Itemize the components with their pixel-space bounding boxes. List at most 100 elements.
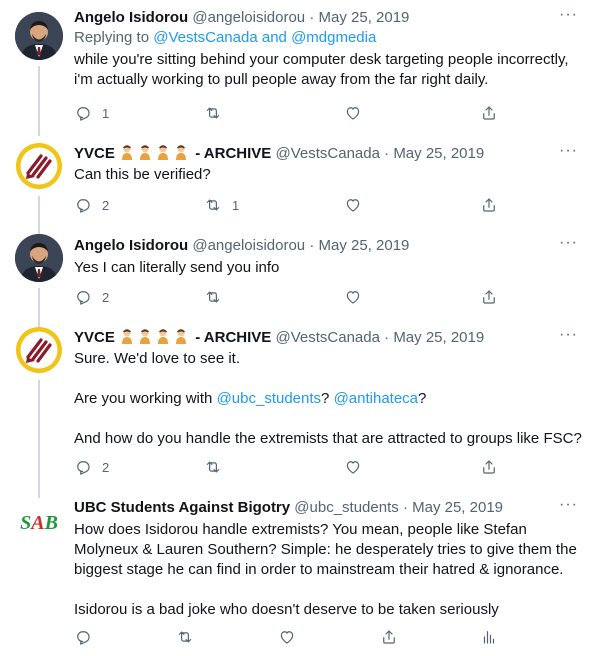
emoji-icon — [155, 144, 171, 160]
replying-to-label: Replying to — [74, 29, 150, 46]
tweet-actions: 2 — [74, 288, 504, 308]
tweet-header: YVCE - ARCHIVE @VestsCanada · May 25, 20… — [74, 144, 484, 164]
reply-icon — [74, 196, 92, 214]
tweet-4[interactable]: YVCE - ARCHIVE @VestsCanada · May 25, 20… — [0, 320, 596, 502]
share-icon — [480, 104, 498, 122]
more-icon[interactable]: ··· — [559, 496, 578, 514]
reply-icon — [74, 458, 92, 476]
profile-photo-icon — [15, 12, 63, 60]
tweet-date[interactable]: May 25, 2019 — [319, 237, 410, 254]
mention-link[interactable]: @VestsCanada — [153, 29, 257, 46]
like-button[interactable] — [344, 104, 372, 122]
tweet-header: Angelo Isidorou @angeloisidorou · May 25… — [74, 8, 409, 28]
emoji-icon — [137, 144, 153, 160]
like-icon — [344, 196, 362, 214]
tweet-text: Can this be verified? — [74, 165, 584, 185]
tweet-paragraph: Isidorou is a bad joke who doesn't deser… — [74, 601, 499, 618]
retweet-button[interactable] — [176, 628, 204, 646]
tweet-actions: 2 — [74, 458, 504, 478]
emoji-icon — [155, 328, 171, 344]
tweet-date[interactable]: May 25, 2019 — [412, 499, 503, 516]
reply-button[interactable]: 1 — [74, 104, 109, 122]
tweet-text: Yes I can literally send you info — [74, 258, 584, 278]
tweet-paragraph: How does Isidorou handle extremists? You… — [74, 521, 577, 578]
like-button[interactable] — [344, 458, 372, 476]
user-handle[interactable]: @ubc_students — [294, 499, 398, 516]
display-name[interactable]: Angelo Isidorou — [74, 237, 188, 254]
separator-dot: · — [402, 499, 408, 516]
reply-button[interactable]: 2 — [74, 288, 109, 306]
tweet-date[interactable]: May 25, 2019 — [393, 329, 484, 346]
reply-button[interactable] — [74, 628, 102, 646]
mention-link[interactable]: @mdgmedia — [291, 29, 376, 46]
retweet-button[interactable] — [204, 288, 232, 306]
sab-logo-icon: SAB — [15, 498, 63, 546]
avatar[interactable] — [15, 234, 63, 282]
retweet-icon — [204, 196, 222, 214]
tweet-text: How does Isidorou handle extremists? You… — [74, 520, 584, 620]
reply-icon — [74, 288, 92, 306]
avatar[interactable] — [15, 12, 63, 60]
separator-dot: · — [309, 237, 315, 254]
share-icon — [480, 196, 498, 214]
retweet-count: 1 — [232, 197, 240, 213]
replying-and[interactable]: and — [262, 29, 287, 46]
analytics-icon — [480, 628, 498, 646]
user-handle[interactable]: @angeloisidorou — [192, 9, 305, 26]
avatar[interactable] — [15, 142, 63, 190]
tweet-3[interactable]: Angelo Isidorou @angeloisidorou · May 25… — [0, 228, 596, 330]
retweet-button[interactable]: 1 — [204, 196, 239, 214]
share-icon — [480, 288, 498, 306]
like-button[interactable] — [344, 196, 372, 214]
mention-link[interactable]: @ubc_students — [217, 390, 321, 407]
display-name-suffix[interactable]: - ARCHIVE — [195, 145, 271, 162]
emoji-icon — [173, 144, 189, 160]
share-button[interactable] — [480, 458, 498, 476]
share-button[interactable] — [480, 196, 498, 214]
reply-count: 2 — [102, 197, 110, 213]
retweet-button[interactable] — [204, 104, 232, 122]
reply-button[interactable]: 2 — [74, 196, 109, 214]
svg-text:SAB: SAB — [20, 512, 58, 534]
separator-dot: · — [309, 9, 315, 26]
more-icon[interactable]: ··· — [559, 142, 578, 160]
tweet-text: Sure. We'd love to see it. Are you worki… — [74, 349, 584, 449]
user-handle[interactable]: @VestsCanada — [276, 329, 380, 346]
reply-count: 1 — [102, 105, 110, 121]
user-handle[interactable]: @angeloisidorou — [192, 237, 305, 254]
tweet-paragraph: Are you working with @ubc_students? @ant… — [74, 389, 584, 409]
like-button[interactable] — [344, 288, 372, 306]
share-button[interactable] — [480, 288, 498, 306]
tweet-text: while you're sitting behind your compute… — [74, 50, 584, 90]
thread-line — [38, 380, 40, 502]
more-icon[interactable]: ··· — [559, 6, 578, 24]
mention-link[interactable]: @antihateca — [334, 390, 418, 407]
reply-count: 2 — [102, 459, 110, 475]
display-name[interactable]: YVCE — [74, 145, 115, 162]
analytics-button[interactable] — [480, 628, 498, 646]
more-icon[interactable]: ··· — [559, 234, 578, 252]
more-icon[interactable]: ··· — [559, 326, 578, 344]
display-name[interactable]: Angelo Isidorou — [74, 9, 188, 26]
tweet-1[interactable]: Angelo Isidorou @angeloisidorou · May 25… — [0, 0, 596, 136]
avatar[interactable] — [15, 326, 63, 374]
user-handle[interactable]: @VestsCanada — [276, 145, 380, 162]
display-name[interactable]: UBC Students Against Bigotry — [74, 499, 290, 516]
retweet-button[interactable] — [204, 458, 232, 476]
like-button[interactable] — [278, 628, 306, 646]
avatar[interactable]: SAB — [15, 498, 63, 546]
reply-count: 2 — [102, 289, 110, 305]
tweet-date[interactable]: May 25, 2019 — [319, 9, 410, 26]
tweet-2[interactable]: YVCE - ARCHIVE @VestsCanada · May 25, 20… — [0, 136, 596, 238]
tweet-header: Angelo Isidorou @angeloisidorou · May 25… — [74, 236, 409, 256]
share-button[interactable] — [380, 628, 398, 646]
display-name[interactable]: YVCE — [74, 329, 115, 346]
tweet-date[interactable]: May 25, 2019 — [393, 145, 484, 162]
retweet-icon — [204, 104, 222, 122]
tweet-header: YVCE - ARCHIVE @VestsCanada · May 25, 20… — [74, 328, 484, 348]
tweet-actions: 1 — [74, 104, 504, 124]
share-button[interactable] — [480, 104, 498, 122]
display-name-suffix[interactable]: - ARCHIVE — [195, 329, 271, 346]
tweet-5[interactable]: SAB UBC Students Against Bigotry @ubc_st… — [0, 490, 596, 656]
reply-button[interactable]: 2 — [74, 458, 109, 476]
